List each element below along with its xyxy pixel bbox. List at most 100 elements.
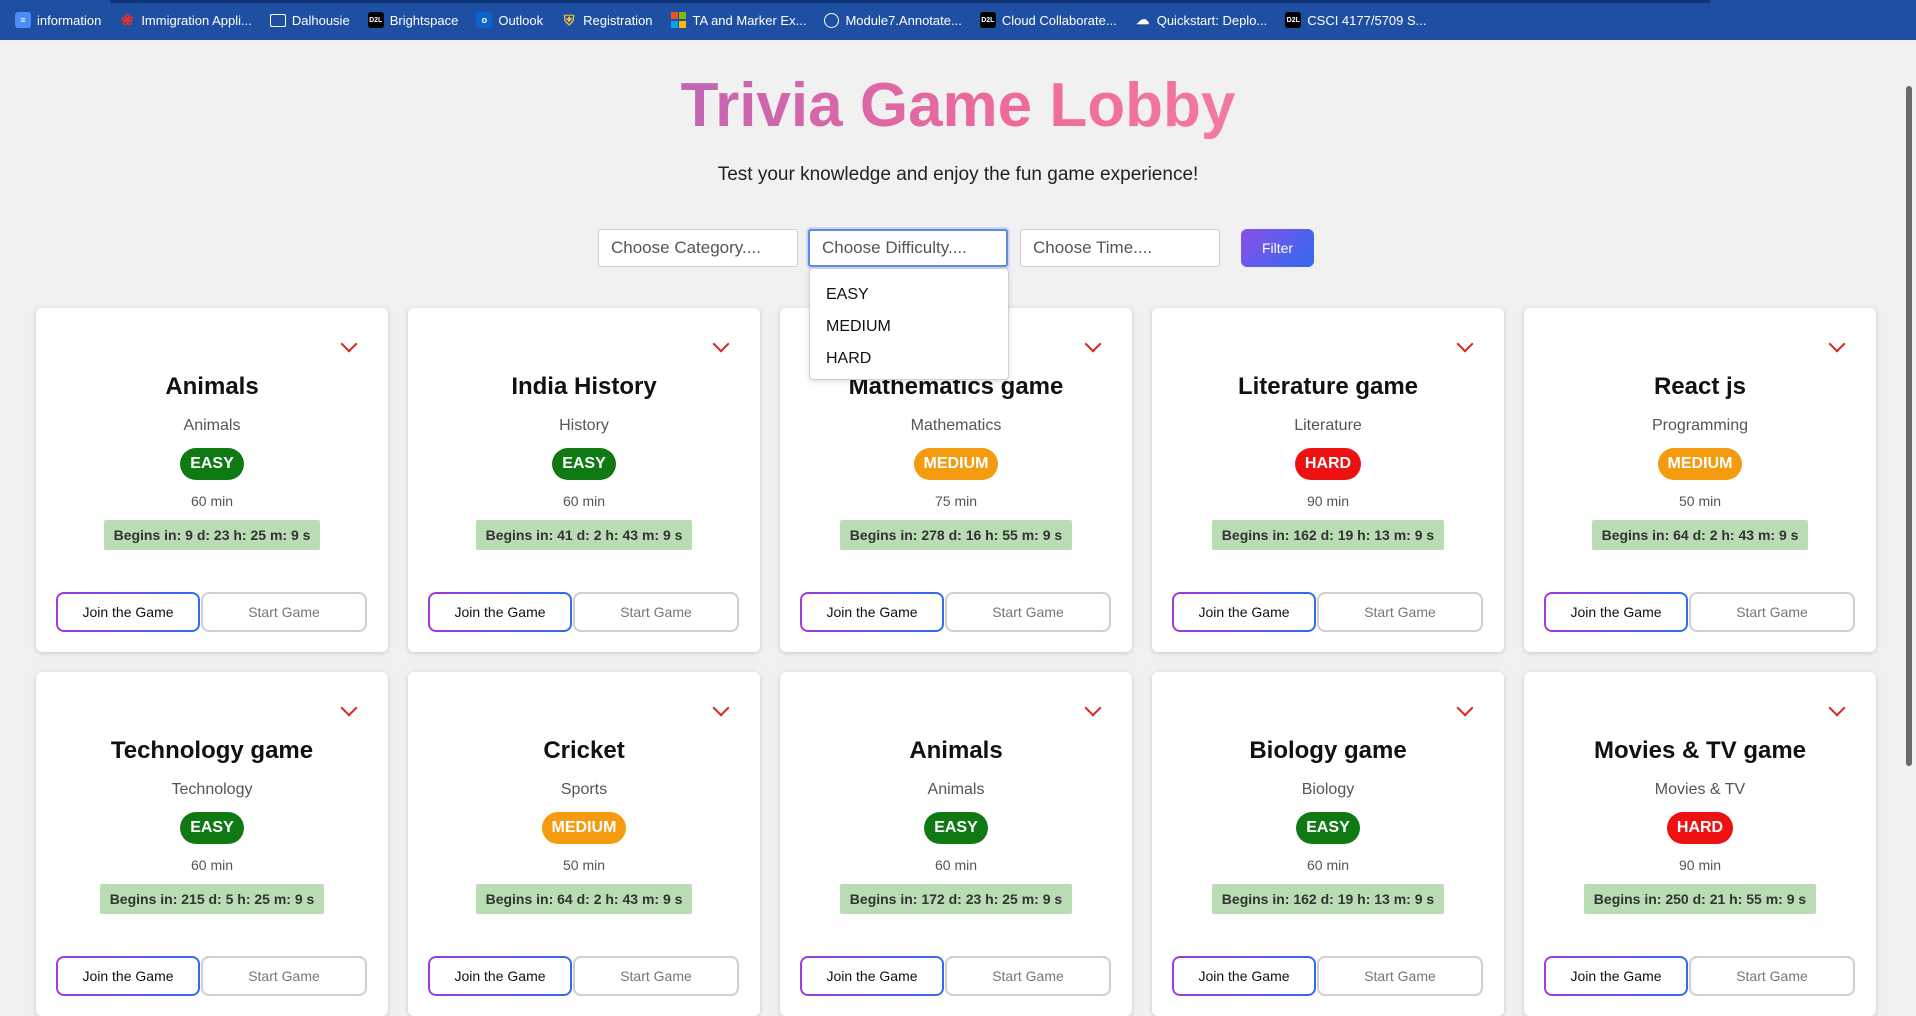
bookmark-label: TA and Marker Ex... [692, 12, 807, 28]
chevron-down-icon[interactable] [712, 699, 730, 717]
join-game-button[interactable]: Join the Game [56, 956, 200, 996]
page-title-text: Trivia Game Lobby [680, 71, 1236, 140]
time-filter-input[interactable] [1020, 229, 1220, 267]
game-duration: 60 min [1306, 857, 1350, 873]
join-game-button[interactable]: Join the Game [428, 592, 572, 632]
start-game-button[interactable]: Start Game [1689, 956, 1855, 996]
countdown-timer: Begins in: 215 d: 5 h: 25 m: 9 s [99, 884, 325, 914]
join-game-button[interactable]: Join the Game [428, 956, 572, 996]
chevron-down-icon[interactable] [1084, 699, 1102, 717]
bookmark-cloud-collaborate[interactable]: D2L Cloud Collaborate... [971, 0, 1126, 40]
chevron-down-icon[interactable] [340, 335, 358, 353]
difficulty-badge: EASY [180, 812, 244, 844]
start-game-button[interactable]: Start Game [573, 592, 739, 632]
bookmark-label: information [37, 12, 102, 28]
chevron-down-icon[interactable] [1828, 699, 1846, 717]
chevron-down-icon[interactable] [340, 699, 358, 717]
start-game-button[interactable]: Start Game [1317, 956, 1483, 996]
join-game-button[interactable]: Join the Game [56, 592, 200, 632]
countdown-timer: Begins in: 41 d: 2 h: 43 m: 9 s [475, 520, 693, 550]
game-category: Sports [560, 781, 608, 798]
bookmark-label: Registration [583, 12, 653, 28]
bookmark-outlook[interactable]: o Outlook [467, 0, 552, 40]
difficulty-badge: EASY [552, 448, 616, 480]
game-card: Cricket Sports MEDIUM 50 min Begins in: … [408, 672, 760, 1016]
game-duration: 60 min [562, 493, 606, 509]
difficulty-option-medium[interactable]: MEDIUM [810, 311, 1008, 343]
game-duration: 60 min [934, 857, 978, 873]
game-title: Movies & TV game [1593, 737, 1807, 764]
bookmark-label: Quickstart: Deplo... [1156, 12, 1268, 28]
bookmark-module7[interactable]: Module7.Annotate... [815, 0, 970, 40]
bookmark-dalhousie[interactable]: Dalhousie [261, 0, 359, 40]
game-category: Biology [1301, 781, 1355, 798]
difficulty-filter-input[interactable] [808, 229, 1008, 267]
chevron-down-icon[interactable] [712, 335, 730, 353]
countdown-timer: Begins in: 172 d: 23 h: 25 m: 9 s [839, 884, 1073, 914]
join-game-button[interactable]: Join the Game [1544, 956, 1688, 996]
game-title: Animals [909, 737, 1003, 764]
chevron-down-icon[interactable] [1828, 335, 1846, 353]
bookmark-immigration[interactable]: ❀ Immigration Appli... [110, 0, 261, 40]
bookmark-registration[interactable]: ⛨ Registration [552, 0, 661, 40]
difficulty-option-easy[interactable]: EASY [810, 279, 1008, 311]
google-cloud-icon: ☁ [1136, 12, 1150, 27]
doc-icon: ≡ [15, 12, 31, 28]
countdown-timer: Begins in: 9 d: 23 h: 25 m: 9 s [103, 520, 321, 550]
game-category: Animals [183, 417, 241, 434]
game-card: India History History EASY 60 min Begins… [408, 308, 760, 652]
difficulty-badge: MEDIUM [1657, 448, 1743, 480]
game-category: Mathematics [910, 417, 1002, 434]
game-title: Literature game [1237, 373, 1419, 400]
start-game-button[interactable]: Start Game [1689, 592, 1855, 632]
game-card: Movies & TV game Movies & TV HARD 90 min… [1524, 672, 1876, 1016]
chevron-down-icon[interactable] [1456, 335, 1474, 353]
page-scrollbar[interactable] [1902, 40, 1916, 1002]
chevron-down-icon[interactable] [1084, 335, 1102, 353]
game-category: Animals [927, 781, 985, 798]
difficulty-dropdown: EASY MEDIUM HARD [809, 268, 1009, 380]
join-game-button[interactable]: Join the Game [800, 956, 944, 996]
game-card: Animals Animals EASY 60 min Begins in: 9… [36, 308, 388, 652]
join-game-button[interactable]: Join the Game [1172, 956, 1316, 996]
game-card: Literature game Literature HARD 90 min B… [1152, 308, 1504, 652]
difficulty-badge: EASY [924, 812, 988, 844]
start-game-button[interactable]: Start Game [201, 592, 367, 632]
join-game-button[interactable]: Join the Game [800, 592, 944, 632]
start-game-button[interactable]: Start Game [945, 592, 1111, 632]
bookmark-brightspace[interactable]: D2L Brightspace [359, 0, 468, 40]
game-title: React js [1653, 373, 1747, 400]
bookmark-label: Module7.Annotate... [845, 12, 962, 28]
bookmark-ta-marker[interactable]: TA and Marker Ex... [662, 0, 816, 40]
game-card: Biology game Biology EASY 60 min Begins … [1152, 672, 1504, 1016]
d2l-icon: D2L [979, 12, 996, 28]
shield-icon: ⛨ [563, 11, 575, 28]
bookmark-label: Immigration Appli... [141, 12, 252, 28]
game-duration: 75 min [934, 493, 978, 509]
bookmark-csci[interactable]: D2L CSCI 4177/5709 S... [1276, 0, 1435, 40]
scrollbar-thumb[interactable] [1906, 86, 1912, 766]
game-duration: 90 min [1678, 857, 1722, 873]
game-category: History [559, 417, 609, 434]
start-game-button[interactable]: Start Game [1317, 592, 1483, 632]
join-game-button[interactable]: Join the Game [1172, 592, 1316, 632]
start-game-button[interactable]: Start Game [573, 956, 739, 996]
difficulty-badge: MEDIUM [541, 812, 627, 844]
difficulty-badge: HARD [1666, 812, 1734, 844]
chevron-down-icon[interactable] [1456, 699, 1474, 717]
bookmark-information[interactable]: ≡ information [6, 0, 110, 40]
category-filter-input[interactable] [598, 229, 798, 267]
filter-button[interactable]: Filter [1241, 229, 1314, 267]
bookmark-quickstart[interactable]: ☁ Quickstart: Deplo... [1126, 0, 1277, 40]
difficulty-option-hard[interactable]: HARD [810, 343, 1008, 375]
join-game-button[interactable]: Join the Game [1544, 592, 1688, 632]
game-title: Technology game [110, 737, 314, 764]
bookmark-label: Cloud Collaborate... [1001, 12, 1117, 28]
bookmark-label: Dalhousie [291, 12, 350, 28]
difficulty-badge: HARD [1294, 448, 1362, 480]
countdown-timer: Begins in: 162 d: 19 h: 13 m: 9 s [1211, 520, 1445, 550]
start-game-button[interactable]: Start Game [945, 956, 1111, 996]
start-game-button[interactable]: Start Game [201, 956, 367, 996]
game-category: Movies & TV [1654, 781, 1746, 798]
game-category: Technology [171, 781, 253, 798]
